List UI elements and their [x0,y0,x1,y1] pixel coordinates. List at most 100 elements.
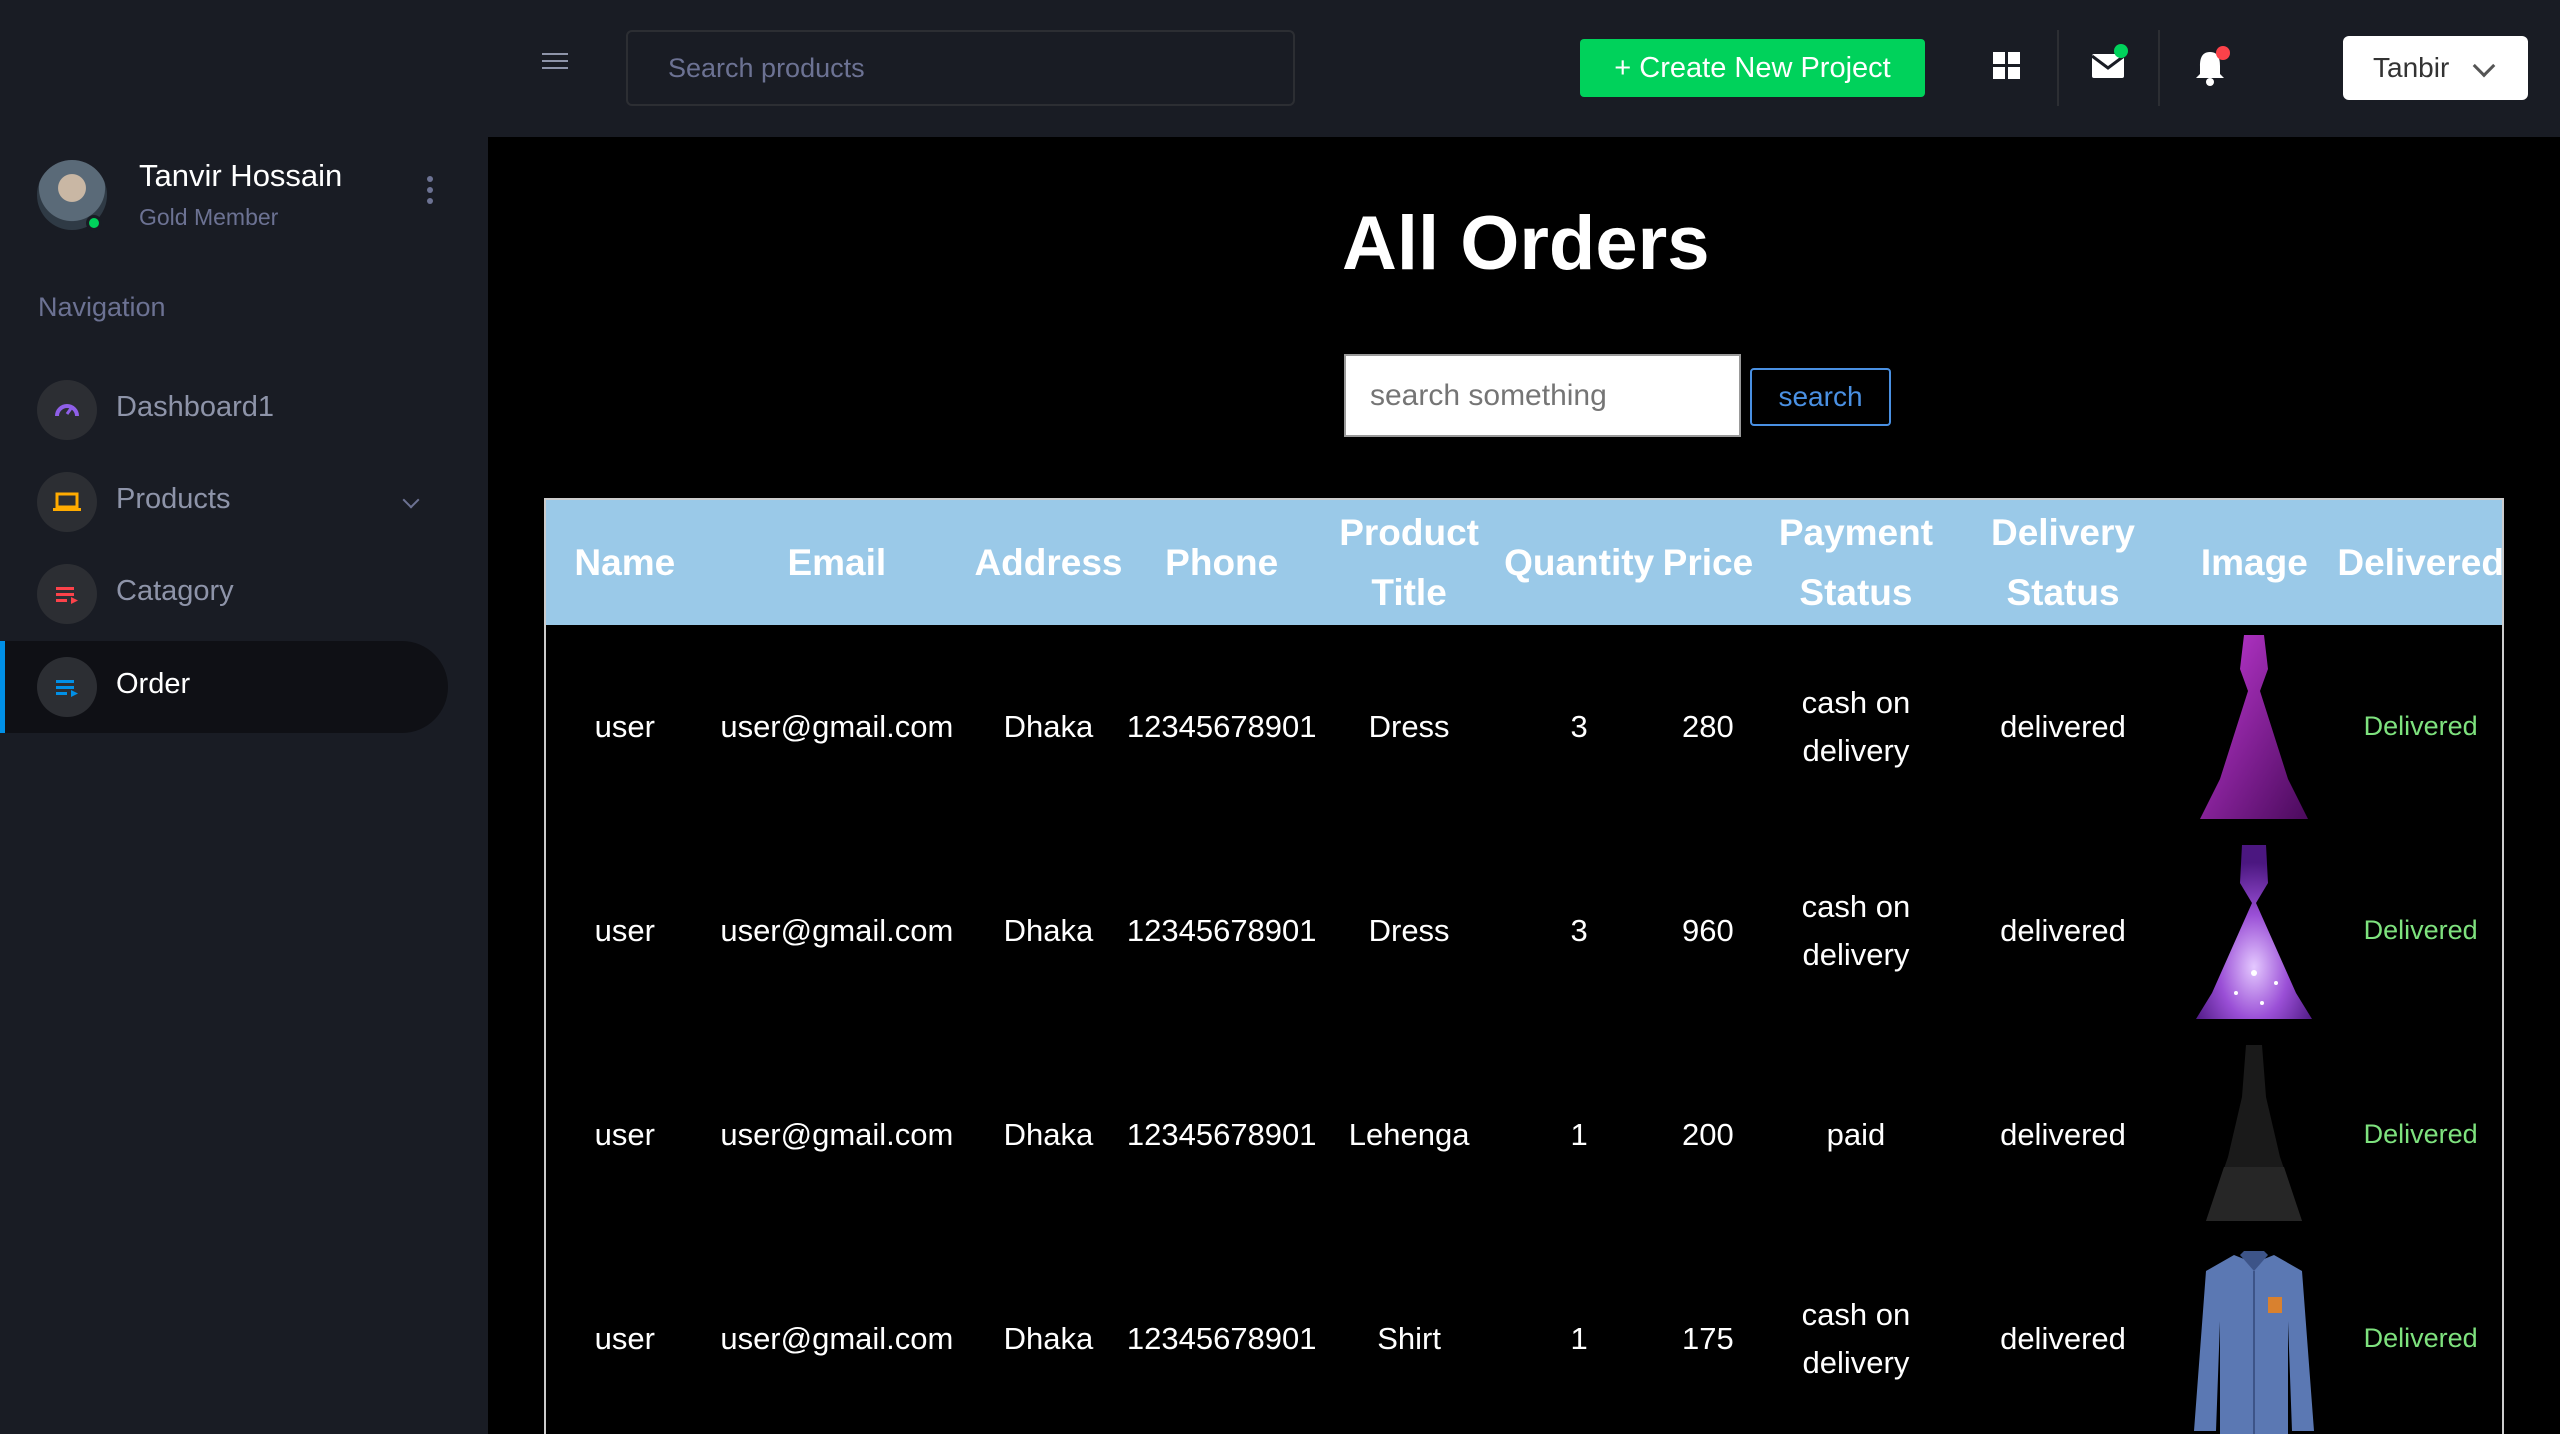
notification-dot [2216,46,2230,60]
divider [2057,30,2059,106]
user-dropdown[interactable]: Tanbir [2343,36,2528,100]
profile-name: Tanvir Hossain [139,158,343,193]
cell-quantity: 1 [1570,1320,1588,1356]
mail-icon[interactable] [2078,38,2138,98]
cell-phone: 12345678901 [1126,912,1317,948]
cell-payment-status: cash on delivery [1801,888,1911,972]
column-header[interactable]: Phone [1127,500,1317,625]
column-header[interactable]: Product Title [1317,500,1502,625]
delivered-status: Delivered [2363,1323,2478,1354]
cell-phone: 12345678901 [1126,1320,1317,1356]
cell-product-title: Lehenga [1348,1116,1470,1152]
cell-delivery-status: delivered [2000,912,2126,948]
delivered-status: Delivered [2363,1119,2478,1150]
cell-image [2173,1237,2335,1434]
column-header[interactable]: Price [1657,500,1760,625]
cell-image [2173,1033,2335,1237]
cell-product-title: Shirt [1377,1320,1441,1356]
list-icon [37,657,97,717]
top-navbar: Search products + Create New Project Tan… [0,0,2560,137]
cell-phone: 12345678901 [1126,1116,1317,1152]
column-header[interactable]: Delivered [2335,500,2502,625]
cell-name: user [594,1320,655,1356]
cell-phone: 12345678901 [1126,708,1317,744]
list-icon [37,564,97,624]
cell-payment-status: cash on delivery [1801,1296,1911,1380]
table-header-row: Name Email Address Phone Product Title Q… [546,500,2502,625]
sidebar-item-products[interactable]: Products [0,456,448,548]
column-header[interactable]: Delivery Status [1953,500,2174,625]
cell-name: user [594,1116,655,1152]
table-row[interactable]: user user@gmail.com Dhaka 12345678901 Sh… [546,1237,2502,1434]
profile-rank: Gold Member [139,204,279,230]
bell-icon[interactable] [2180,38,2240,98]
delivered-status: Delivered [2363,915,2478,946]
column-header[interactable]: Email [704,500,970,625]
cell-name: user [594,708,655,744]
delivered-status: Delivered [2363,711,2478,742]
speedometer-icon [37,380,97,440]
column-header[interactable]: Image [2173,500,2335,625]
page-title: All Orders [1342,201,1710,286]
table-row[interactable]: user user@gmail.com Dhaka 12345678901 Dr… [546,829,2502,1033]
laptop-icon [37,472,97,532]
column-header[interactable]: Address [970,500,1127,625]
chevron-down-icon [2472,54,2496,78]
table-row[interactable]: user user@gmail.com Dhaka 12345678901 Dr… [546,625,2502,829]
purple-gown-image [2184,629,2324,825]
cell-price: 175 [1682,1320,1734,1356]
cell-email: user@gmail.com [720,708,954,744]
sidebar-item-catagory[interactable]: Catagory [0,548,448,640]
cell-name: user [594,912,655,948]
order-search-input[interactable]: search something [1344,354,1741,437]
sidebar-item-label: Products [116,483,231,515]
cell-payment-status: cash on delivery [1801,684,1911,768]
mail-status-dot [2114,44,2128,58]
cell-quantity: 3 [1570,708,1588,744]
cell-payment-status: paid [1826,1116,1886,1152]
cell-delivery-status: delivered [2000,708,2126,744]
cell-price: 280 [1682,708,1734,744]
create-new-project-button[interactable]: + Create New Project [1580,39,1925,97]
column-header[interactable]: Name [546,500,704,625]
cell-price: 200 [1682,1116,1734,1152]
sidebar-item-label: Dashboard1 [116,391,274,423]
blue-shirt-image [2184,1241,2324,1434]
sparkle-gown-image [2184,833,2324,1029]
divider [2158,30,2160,106]
cell-product-title: Dress [1368,912,1450,948]
menu-toggle-icon[interactable] [542,53,568,73]
cell-email: user@gmail.com [720,1320,954,1356]
cell-address: Dhaka [1003,1320,1094,1356]
cell-address: Dhaka [1003,912,1094,948]
search-button[interactable]: search [1750,368,1891,426]
sidebar-item-label: Order [116,668,191,700]
sidebar [0,137,488,1434]
navigation-heading: Navigation [38,292,166,322]
online-status-dot [86,215,102,231]
table-row[interactable]: user user@gmail.com Dhaka 12345678901 Le… [546,1033,2502,1237]
cell-email: user@gmail.com [720,1116,954,1152]
more-options-icon[interactable] [425,176,435,210]
cell-image [2173,625,2335,829]
column-header[interactable]: Payment Status [1759,500,1952,625]
cell-quantity: 3 [1570,912,1588,948]
user-dropdown-label: Tanbir [2373,52,2450,83]
cell-address: Dhaka [1003,708,1094,744]
sidebar-item-order[interactable]: Order [0,641,448,733]
grid-icon[interactable] [1977,38,2037,98]
column-header[interactable]: Quantity [1502,500,1657,625]
cell-product-title: Dress [1368,708,1450,744]
cell-email: user@gmail.com [720,912,954,948]
chevron-down-icon [402,491,420,509]
black-lehenga-image [2184,1037,2324,1233]
sidebar-item-label: Catagory [116,575,234,607]
orders-table: Name Email Address Phone Product Title Q… [544,498,2504,1434]
product-search-input[interactable]: Search products [626,30,1295,106]
cell-price: 960 [1682,912,1734,948]
cell-delivery-status: delivered [2000,1116,2126,1152]
cell-image [2173,829,2335,1033]
sidebar-item-dashboard[interactable]: Dashboard1 [0,364,448,456]
cell-quantity: 1 [1570,1116,1588,1152]
cell-address: Dhaka [1003,1116,1094,1152]
